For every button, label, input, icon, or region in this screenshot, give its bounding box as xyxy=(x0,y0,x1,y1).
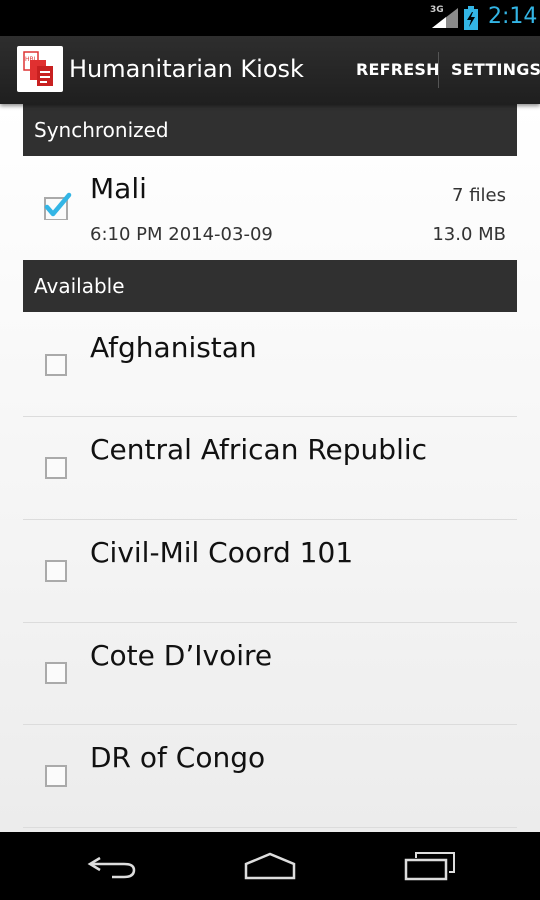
list-divider xyxy=(23,724,517,725)
signal-icon xyxy=(432,8,458,28)
navigation-bar xyxy=(0,832,540,900)
checkbox[interactable] xyxy=(45,662,67,684)
checkbox[interactable] xyxy=(45,560,67,582)
checkbox[interactable] xyxy=(45,765,67,787)
item-title: Civil-Mil Coord 101 xyxy=(90,536,354,569)
file-count: 7 files xyxy=(452,185,506,206)
clock: 2:14 xyxy=(488,4,538,29)
action-bar: HBI Humanitarian Kiosk REFRESH SETTINGS xyxy=(0,36,540,104)
back-icon[interactable] xyxy=(86,850,138,882)
battery-charging-icon xyxy=(464,6,478,30)
home-icon[interactable] xyxy=(243,850,297,882)
package-size: 13.0 MB xyxy=(432,224,506,245)
action-divider xyxy=(438,52,439,88)
item-title: Cote D’Ivoire xyxy=(90,639,273,672)
item-title: Mali xyxy=(90,172,147,205)
status-bar: 3G 2:14 xyxy=(0,0,540,36)
refresh-button[interactable]: REFRESH xyxy=(356,36,440,104)
settings-button[interactable]: SETTINGS xyxy=(451,36,540,104)
item-title: Central African Republic xyxy=(90,433,428,466)
available-section-header: Available xyxy=(23,260,517,312)
country-list[interactable]: Synchronized Mali 7 files 6:10 PM 2014-0… xyxy=(0,104,540,832)
checkbox[interactable] xyxy=(45,354,67,376)
recent-apps-icon[interactable] xyxy=(404,850,456,882)
item-title: DR of Congo xyxy=(90,741,266,774)
list-divider xyxy=(23,416,517,417)
checkbox[interactable] xyxy=(45,457,67,479)
checkbox-checked-icon[interactable] xyxy=(40,192,72,220)
synchronized-section-header: Synchronized xyxy=(23,104,517,156)
humanitarian-kiosk-app-icon[interactable]: HBI xyxy=(17,46,63,92)
app-title: Humanitarian Kiosk xyxy=(69,55,304,83)
list-divider xyxy=(23,622,517,623)
list-divider xyxy=(23,519,517,520)
sync-timestamp: 6:10 PM 2014-03-09 xyxy=(90,224,273,245)
item-title: Afghanistan xyxy=(90,331,257,364)
list-divider xyxy=(23,827,517,828)
